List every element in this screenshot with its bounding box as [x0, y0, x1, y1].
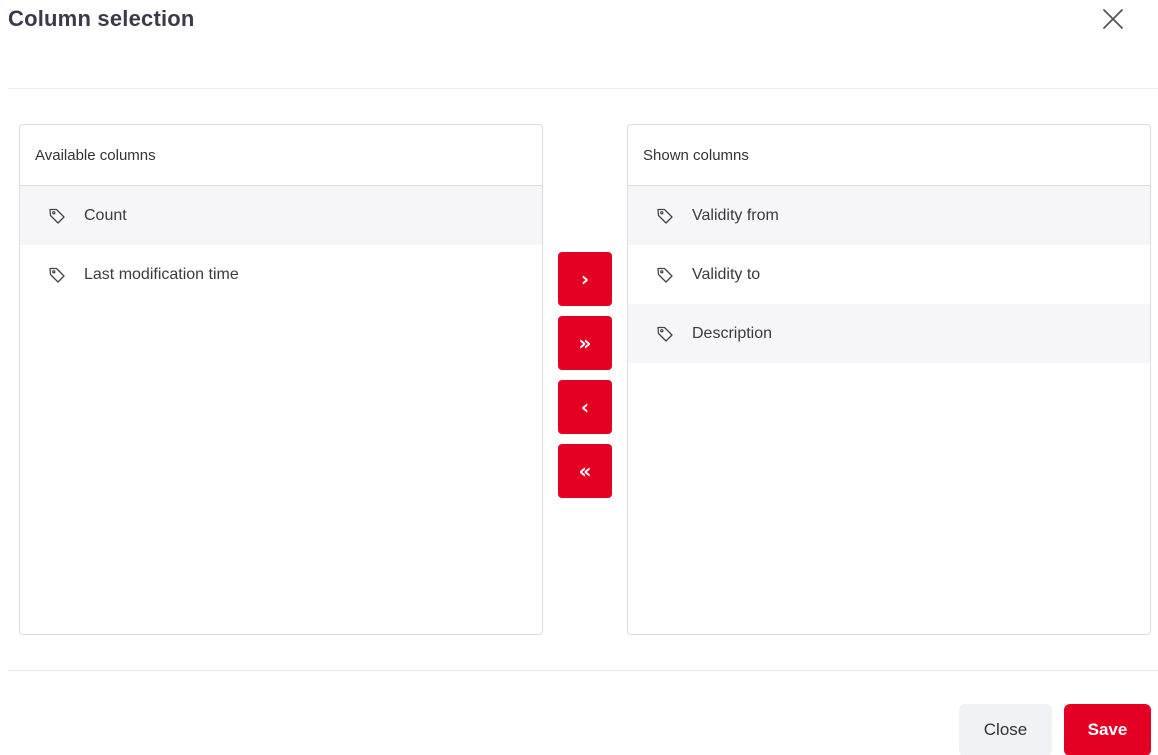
list-item-label: Validity from [692, 206, 779, 224]
shown-item-validity-to[interactable]: Validity to [628, 245, 1150, 304]
close-icon[interactable] [1098, 4, 1128, 34]
tag-icon [48, 207, 66, 225]
list-item-label: Last modification time [84, 265, 239, 283]
tag-icon [48, 266, 66, 284]
save-button[interactable]: Save [1064, 704, 1151, 755]
tag-icon [656, 207, 674, 225]
column-selection-dialog: Column selection Available columns Count… [0, 0, 1158, 755]
move-all-left-button[interactable]: « [558, 444, 612, 498]
shown-columns-panel: Shown columns Validity from Validity to … [627, 124, 1151, 635]
list-item-label: Description [692, 324, 773, 342]
available-item-count[interactable]: Count [20, 186, 542, 245]
header-divider [8, 88, 1158, 89]
tag-icon [656, 325, 674, 343]
footer-divider [8, 670, 1158, 671]
available-item-last-modification-time[interactable]: Last modification time [20, 245, 542, 304]
shown-columns-header: Shown columns [628, 125, 1150, 186]
tag-icon [656, 266, 674, 284]
shown-item-validity-from[interactable]: Validity from [628, 186, 1150, 245]
list-item-label: Count [84, 206, 127, 224]
move-left-button[interactable]: ‹ [558, 380, 612, 434]
move-right-button[interactable]: › [558, 252, 612, 306]
available-columns-header: Available columns [20, 125, 542, 186]
move-all-right-button[interactable]: » [558, 316, 612, 370]
dialog-title: Column selection [8, 6, 195, 31]
shown-item-description[interactable]: Description [628, 304, 1150, 363]
close-button[interactable]: Close [959, 704, 1052, 755]
available-columns-panel: Available columns Count Last modificatio… [19, 124, 543, 635]
list-item-label: Validity to [692, 265, 761, 283]
